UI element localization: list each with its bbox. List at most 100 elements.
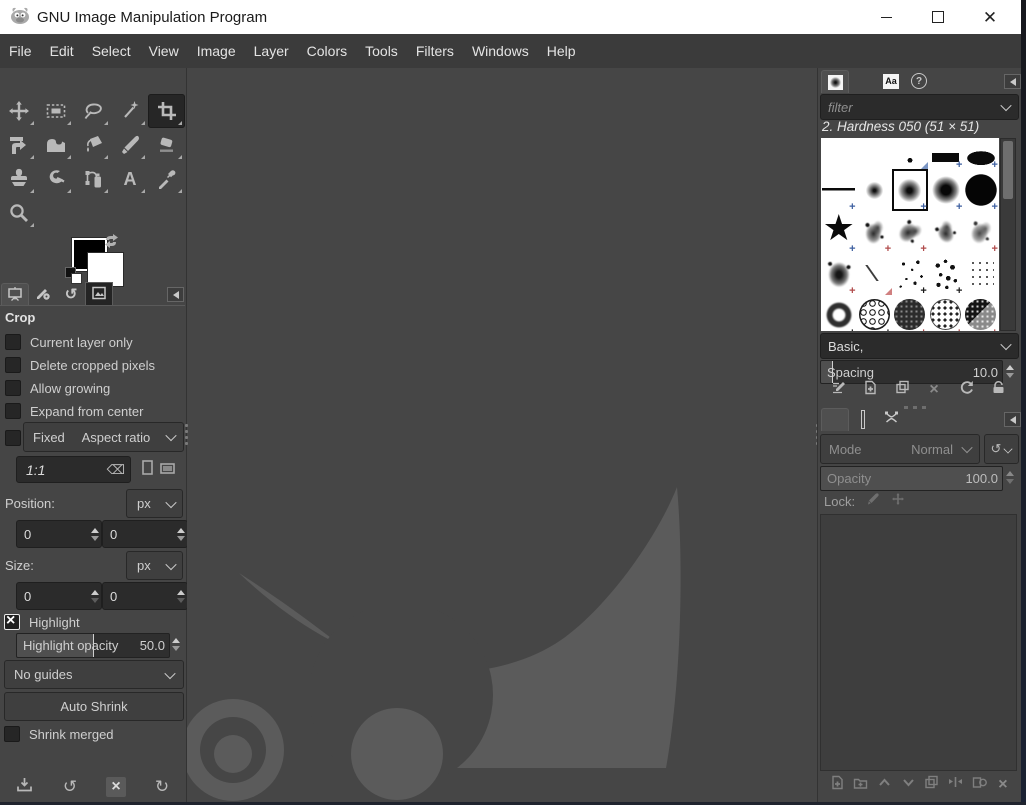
brush-cell[interactable]: + — [821, 169, 857, 213]
brush-cell[interactable]: + — [963, 295, 999, 331]
size-width-spinbox[interactable]: 0 — [16, 582, 102, 610]
spin-arrows[interactable] — [174, 589, 187, 603]
brush-cell[interactable] — [856, 169, 893, 211]
tool-bucket-fill[interactable] — [74, 128, 111, 162]
shrink-merged-checkbox[interactable] — [4, 726, 20, 742]
tool-options-menu-button[interactable] — [167, 287, 184, 302]
brush-cell[interactable]: + — [821, 207, 857, 255]
spin-arrows[interactable] — [88, 589, 101, 603]
checkbox-expand-from-center[interactable] — [5, 403, 21, 419]
tab-layers[interactable] — [821, 408, 849, 431]
dock-splitter-handle[interactable] — [904, 406, 926, 409]
brush-cell[interactable]: + — [927, 138, 964, 171]
brush-tag-dropdown[interactable]: Basic, — [820, 333, 1019, 359]
menu-help[interactable]: Help — [538, 35, 585, 68]
brush-cell[interactable] — [892, 138, 928, 169]
auto-shrink-button[interactable]: Auto Shrink — [4, 692, 184, 721]
guides-dropdown[interactable]: No guides — [4, 660, 184, 689]
brush-cell[interactable]: + — [927, 169, 964, 213]
delete-layer-button[interactable]: × — [993, 775, 1013, 795]
tool-crop[interactable] — [148, 94, 185, 128]
menu-select[interactable]: Select — [83, 35, 140, 68]
aspect-ratio-input[interactable]: 1:1 ⌫ — [16, 456, 131, 483]
lower-layer-button[interactable] — [898, 775, 918, 795]
brush-cell[interactable] — [963, 253, 999, 295]
brush-cell[interactable] — [856, 253, 893, 295]
open-brush-as-image-button[interactable] — [988, 380, 1008, 400]
minimize-button[interactable] — [860, 0, 912, 34]
tab-undo-history[interactable]: ↺ — [57, 282, 85, 306]
tool-clone[interactable] — [0, 162, 37, 196]
delete-brush-button[interactable]: × — [924, 380, 944, 400]
layers-list[interactable] — [820, 514, 1017, 771]
tool-move[interactable] — [0, 94, 37, 128]
delete-preset-button[interactable]: × — [106, 777, 126, 797]
tool-airbrush[interactable] — [74, 162, 111, 196]
lock-pixels-button[interactable] — [865, 492, 881, 509]
mode-group-switch-button[interactable]: ↺ — [984, 434, 1019, 464]
brush-cell[interactable]: + — [892, 253, 928, 297]
brush-cell[interactable]: + — [821, 295, 857, 331]
position-y-spinbox[interactable]: 0 — [102, 520, 188, 548]
menu-layer[interactable]: Layer — [245, 35, 298, 68]
brush-filter-input[interactable]: filter — [820, 94, 1019, 120]
tool-free-select[interactable] — [74, 94, 111, 128]
layer-opacity-slider[interactable]: Opacity 100.0 — [820, 466, 1003, 491]
size-height-spinbox[interactable]: 0 — [102, 582, 188, 610]
brush-cell[interactable] — [821, 138, 857, 169]
menu-filters[interactable]: Filters — [407, 35, 463, 68]
tool-smudge[interactable] — [37, 162, 74, 196]
new-layer-group-button[interactable] — [851, 775, 871, 795]
menu-edit[interactable]: Edit — [41, 35, 83, 68]
brush-cell[interactable]: + — [927, 253, 964, 297]
brush-cell[interactable]: + — [892, 211, 928, 255]
tab-paths[interactable] — [877, 407, 905, 431]
layer-mode-dropdown[interactable]: Mode Normal — [820, 434, 980, 464]
raise-layer-button[interactable] — [874, 775, 894, 795]
edit-brush-button[interactable] — [828, 380, 848, 400]
tool-eraser[interactable] — [148, 128, 185, 162]
spin-arrows[interactable] — [1003, 360, 1016, 382]
menu-windows[interactable]: Windows — [463, 35, 538, 68]
brush-cell[interactable]: + — [892, 169, 928, 213]
brush-cell[interactable]: + — [963, 169, 999, 213]
tool-text[interactable]: A — [111, 162, 148, 196]
tab-document-history[interactable]: ? — [905, 69, 933, 93]
tool-zoom[interactable] — [0, 196, 37, 230]
tool-rect-select[interactable] — [37, 94, 74, 128]
fixed-dropdown[interactable]: Fixed Aspect ratio — [23, 422, 184, 452]
lock-position-button[interactable] — [890, 492, 906, 509]
add-layer-mask-button[interactable] — [969, 775, 989, 795]
merge-layer-button[interactable] — [946, 775, 966, 795]
menu-file[interactable]: File — [0, 35, 41, 68]
close-button[interactable]: ✕ — [964, 0, 1016, 34]
spin-arrows[interactable] — [1003, 466, 1016, 489]
tab-images[interactable] — [85, 282, 113, 306]
spin-arrows[interactable] — [88, 527, 101, 541]
left-splitter-grip[interactable] — [185, 424, 188, 445]
size-unit-dropdown[interactable]: px — [126, 551, 183, 580]
checkbox-current-layer-only[interactable] — [5, 334, 21, 350]
tab-device-status[interactable] — [29, 282, 57, 306]
layers-menu-button[interactable] — [1004, 412, 1021, 427]
spin-arrows[interactable] — [174, 527, 187, 541]
brush-cell[interactable]: + — [856, 295, 893, 331]
new-brush-button[interactable] — [860, 380, 880, 400]
brushes-menu-button[interactable] — [1004, 74, 1021, 89]
tab-channels[interactable] — [849, 407, 877, 431]
restore-preset-button[interactable]: ↺ — [60, 777, 80, 797]
fixed-checkbox[interactable] — [5, 430, 21, 446]
brush-cell[interactable]: + — [963, 138, 999, 171]
menu-tools[interactable]: Tools — [356, 35, 407, 68]
brush-cell[interactable]: + — [892, 295, 928, 331]
portrait-orientation-button[interactable] — [140, 460, 155, 480]
brush-scrollbar[interactable] — [1000, 138, 1016, 331]
tab-brushes[interactable] — [821, 70, 849, 93]
tab-patterns[interactable] — [849, 69, 877, 93]
brush-cell[interactable]: + — [963, 211, 999, 255]
menu-image[interactable]: Image — [188, 35, 245, 68]
checkbox-allow-growing[interactable] — [5, 380, 21, 396]
tool-paintbrush[interactable] — [111, 128, 148, 162]
landscape-orientation-button[interactable] — [160, 462, 179, 480]
spin-arrows[interactable] — [169, 633, 182, 656]
